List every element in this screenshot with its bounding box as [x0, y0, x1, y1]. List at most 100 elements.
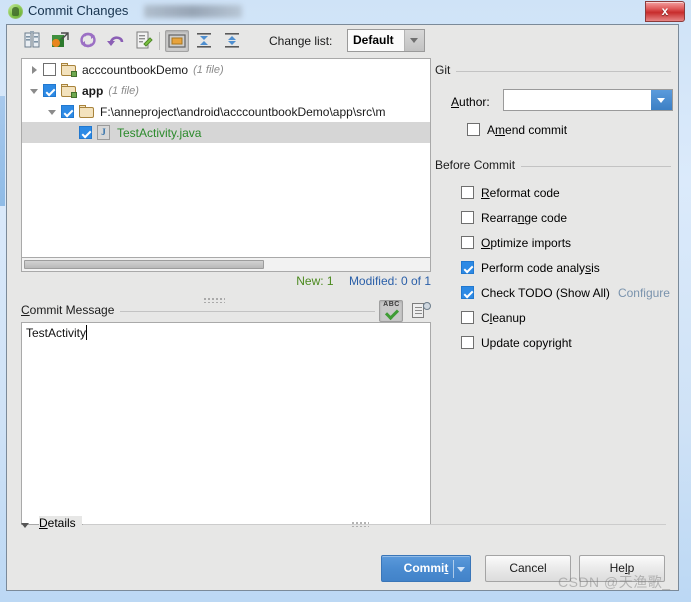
tree-expand-toggle[interactable]	[46, 101, 61, 122]
tree-expand-toggle[interactable]	[28, 59, 43, 80]
section-divider	[435, 71, 671, 72]
author-field[interactable]	[503, 89, 673, 111]
node-label: acccountbookDemo	[82, 62, 189, 77]
details-label: Details	[39, 516, 82, 530]
rearrange-code-row[interactable]: Rearrange code	[435, 205, 675, 230]
author-row: Author:	[435, 89, 675, 115]
splitter-handle[interactable]	[203, 297, 225, 303]
module-folder-icon	[61, 83, 77, 98]
window-frame-accent	[0, 96, 5, 206]
button-split-divider	[453, 560, 454, 578]
commit-message-label: Commit Message	[21, 303, 121, 317]
perform-code-analysis-label: Perform code analysis	[481, 260, 600, 275]
check-todo-row[interactable]: Check TODO (Show All) Configure	[435, 280, 675, 305]
tree-horizontal-scrollbar[interactable]	[21, 258, 431, 272]
details-section[interactable]: Details	[21, 516, 666, 535]
perform-code-analysis-row[interactable]: Perform code analysis	[435, 255, 675, 280]
chevron-down-icon[interactable]	[404, 30, 424, 51]
table-row[interactable]: acccountbookDemo (1 file)	[22, 59, 430, 80]
edit-source-icon[interactable]	[133, 30, 157, 52]
optimize-imports-label: Optimize imports	[481, 235, 572, 250]
commit-message-value: TestActivity	[26, 326, 87, 340]
amend-commit-checkbox[interactable]	[467, 123, 480, 136]
row-checkbox[interactable]	[61, 105, 74, 118]
reformat-code-checkbox[interactable]	[461, 186, 474, 199]
update-copyright-label: Update copyright	[481, 335, 572, 350]
java-file-icon: J	[97, 125, 111, 140]
check-todo-checkbox[interactable]	[461, 286, 474, 299]
before-commit-group-title: Before Commit	[435, 158, 522, 172]
close-button[interactable]: x	[645, 1, 685, 22]
title-bar: Commit Changes x	[0, 0, 691, 24]
author-label-rest: uthor:	[459, 95, 490, 109]
reformat-code-label: Reformat code	[481, 185, 560, 200]
commit-button[interactable]: Commit	[381, 555, 471, 582]
revert-icon[interactable]	[105, 30, 129, 52]
commit-message-header: Commit Message ABC	[21, 300, 431, 322]
changelist-label: Change list:	[269, 34, 332, 48]
row-checkbox[interactable]	[43, 84, 56, 97]
text-caret	[86, 325, 87, 340]
commit-message-label-mnemonic: C	[21, 303, 30, 317]
update-copyright-checkbox[interactable]	[461, 336, 474, 349]
dialog-body: Change list: Default acccountbookDemo (1…	[6, 24, 679, 591]
spellcheck-abc-icon[interactable]: ABC	[379, 300, 403, 322]
table-row[interactable]: J TestActivity.java	[22, 122, 430, 143]
rearrange-code-checkbox[interactable]	[461, 211, 474, 224]
show-diff-icon[interactable]	[21, 30, 45, 52]
chevron-down-icon[interactable]	[457, 567, 465, 572]
node-label: TestActivity.java	[117, 125, 202, 140]
check-todo-label: Check TODO (Show All)	[481, 285, 610, 300]
cleanup-row[interactable]: Cleanup	[435, 305, 675, 330]
rearrange-code-label: Rearrange code	[481, 210, 568, 225]
help-button: Help	[579, 555, 665, 582]
perform-code-analysis-checkbox[interactable]	[461, 261, 474, 274]
optimize-imports-row[interactable]: Optimize imports	[435, 230, 675, 255]
before-commit-options: Reformat code Rearrange code Optimize im…	[435, 180, 675, 355]
chevron-down-icon[interactable]	[651, 90, 672, 110]
amend-commit-checkbox-row[interactable]: Amend commit	[435, 117, 675, 142]
scrollbar-thumb[interactable]	[24, 260, 264, 269]
commit-message-label-rest: ommit Message	[29, 303, 115, 317]
commit-message-input[interactable]: TestActivity	[21, 322, 431, 525]
toolbar-separator	[159, 32, 160, 50]
git-group-header: Git	[435, 63, 675, 79]
node-meta: (1 file)	[108, 84, 139, 97]
blurred-project-name	[144, 5, 242, 18]
reformat-code-row[interactable]: Reformat code	[435, 180, 675, 205]
expand-all-icon[interactable]	[193, 30, 217, 52]
changed-files-tree[interactable]: acccountbookDemo (1 file) app (1 file) F…	[21, 58, 431, 258]
module-folder-icon	[61, 62, 77, 77]
table-row[interactable]: F:\anneproject\android\acccountbookDemo\…	[22, 101, 430, 122]
changes-toolbar: Change list: Default	[7, 25, 678, 58]
author-label: Author:	[451, 95, 490, 109]
node-meta: (1 file)	[193, 63, 224, 76]
optimize-imports-checkbox[interactable]	[461, 236, 474, 249]
cleanup-label: Cleanup	[481, 310, 526, 325]
message-history-icon[interactable]	[411, 302, 431, 320]
details-toggle-icon[interactable]	[21, 523, 29, 528]
amend-commit-label: Amend commit	[487, 122, 568, 137]
android-studio-icon	[8, 4, 23, 19]
update-copyright-row[interactable]: Update copyright	[435, 330, 675, 355]
move-to-changelist-icon[interactable]	[49, 30, 73, 52]
collapse-all-icon[interactable]	[221, 30, 245, 52]
changelist-dropdown[interactable]: Default	[347, 29, 425, 52]
folder-icon	[79, 104, 95, 119]
row-checkbox[interactable]	[43, 63, 56, 76]
author-label-mnemonic: A	[451, 95, 460, 109]
cleanup-checkbox[interactable]	[461, 311, 474, 324]
cancel-button[interactable]: Cancel	[485, 555, 571, 582]
group-by-directory-icon[interactable]	[165, 30, 189, 52]
refresh-icon[interactable]	[77, 30, 101, 52]
commit-changes-window: Commit Changes x Change list: Default ac…	[0, 0, 691, 602]
modified-count: Modified: 0 of 1	[348, 274, 431, 288]
configure-link[interactable]: Configure	[618, 286, 670, 300]
row-checkbox[interactable]	[79, 126, 92, 139]
changelist-value: Default	[353, 33, 394, 47]
new-count: New: 1	[296, 274, 334, 288]
details-label-rest: etails	[47, 516, 76, 530]
details-label-mnemonic: D	[39, 516, 48, 530]
table-row[interactable]: app (1 file)	[22, 80, 430, 101]
tree-expand-toggle[interactable]	[28, 80, 43, 101]
